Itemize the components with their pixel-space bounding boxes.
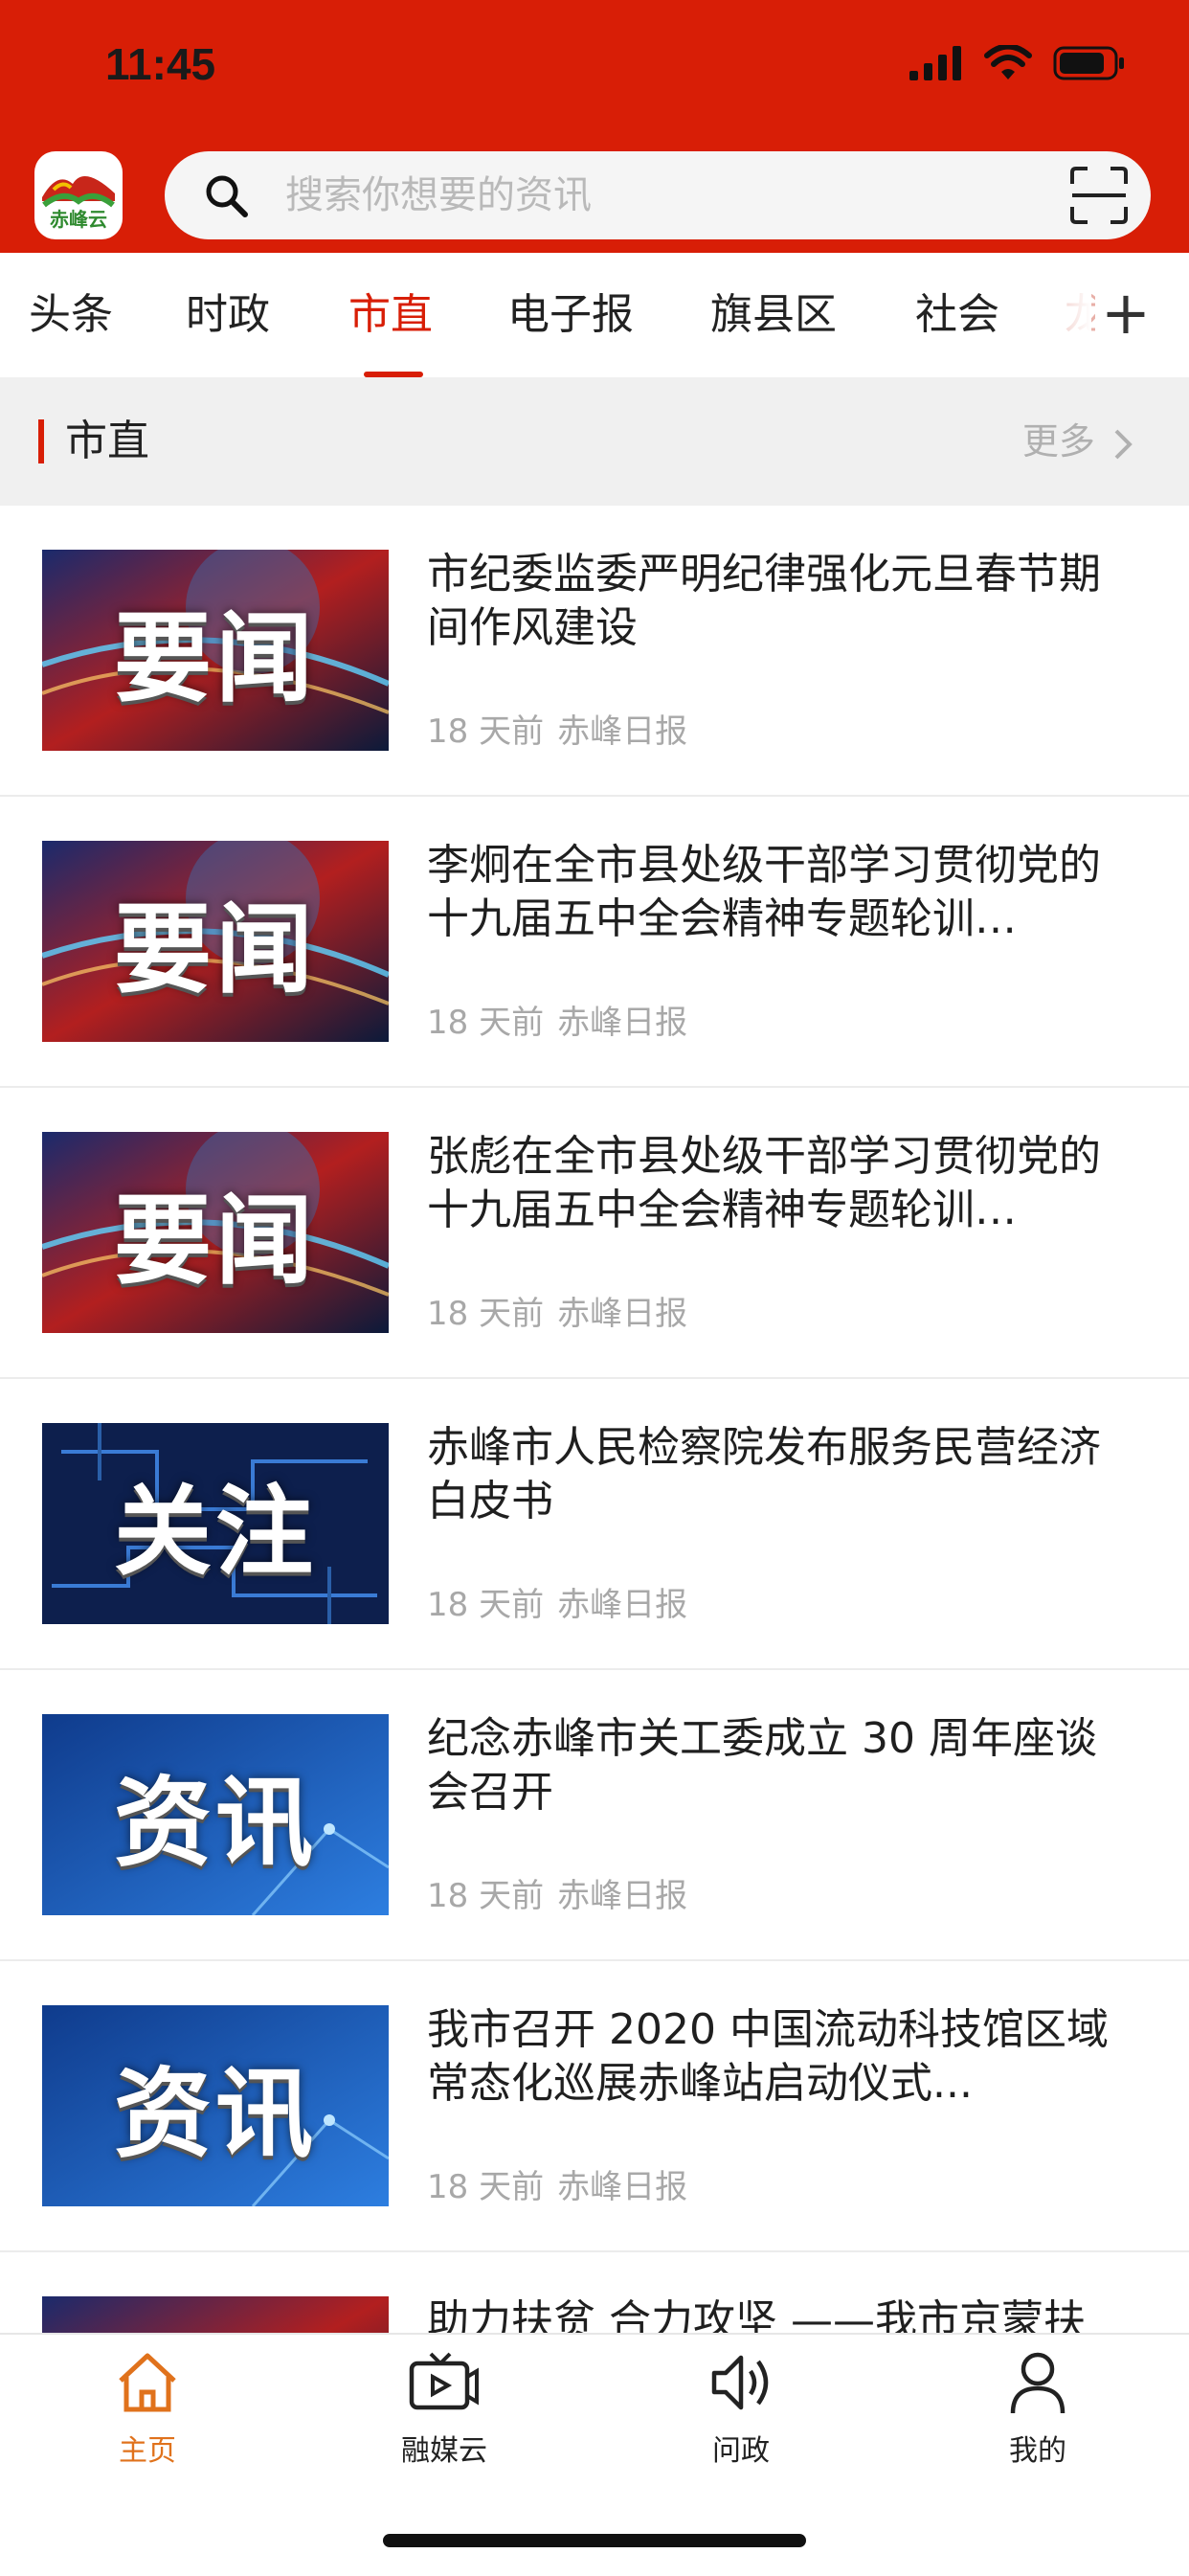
thumbnail-label: 要闻: [114, 1184, 317, 1299]
thumbnail-label: 要闻: [114, 601, 317, 716]
home-indicator[interactable]: [383, 2534, 806, 2547]
tab-city[interactable]: 市直: [348, 253, 433, 377]
article-title: 我市召开 2020 中国流动科技馆区域常态化巡展赤峰站启动仪式...: [427, 2005, 1109, 2108]
article-item[interactable]: 资讯 纪念赤峰市关工委成立 30 周年座谈会召开 18 天前 赤峰日报: [0, 1670, 1189, 1961]
article-item[interactable]: 要闻 李炯在全市县处级干部学习贯彻党的十九届五中全会精神专题轮训… 18 天前赤…: [0, 797, 1189, 1088]
home-icon: [119, 2353, 176, 2412]
scan-icon[interactable]: [1068, 165, 1130, 226]
channel-tabs: 头条 时政 市直 电子报 旗县区 社会 龙 +: [0, 253, 1189, 377]
section-accent-bar: [38, 419, 44, 463]
article-meta: 18 天前 赤峰日报: [427, 1869, 687, 1916]
article-meta: 18 天前 赤峰日报: [427, 1287, 687, 1334]
article-item[interactable]: 资讯 我市召开 2020 中国流动科技馆区域常态化巡展赤峰站启动仪式... 18…: [0, 1961, 1189, 2252]
wifi-icon: [984, 45, 1032, 79]
logo-text: 赤峰云: [50, 208, 107, 231]
article-time: 18 天前: [427, 2168, 545, 2206]
chevron-right-icon: [1114, 429, 1133, 459]
article-source: 赤峰日报: [557, 2168, 688, 2206]
add-channel-button[interactable]: +: [1095, 253, 1151, 377]
article-meta: 18 天前 赤峰日报: [427, 996, 687, 1043]
article-title: 纪念赤峰市关工委成立 30 周年座谈会召开: [427, 1714, 1097, 1817]
article-title: 张彪在全市县处级干部学习贯彻党的十九届五中全会精神专题轮训…: [427, 1132, 1101, 1234]
speaker-icon: [711, 2355, 769, 2410]
thumbnail-label: 关注: [114, 1475, 317, 1590]
article-item[interactable]: 要闻 张彪在全市县处级干部学习贯彻党的十九届五中全会精神专题轮训… 18 天前赤…: [0, 1088, 1189, 1379]
article-thumbnail: 要闻: [42, 550, 389, 751]
search-icon: [206, 175, 248, 217]
battery-icon: [1053, 46, 1124, 80]
article-meta: 18 天前 赤峰日报: [427, 1578, 687, 1625]
article-meta: 18 天前 赤峰日报: [427, 2160, 687, 2207]
nav-label: 我的: [1009, 2434, 1066, 2468]
nav-inquiry[interactable]: 问政: [645, 2348, 837, 2469]
tab-society[interactable]: 社会: [915, 253, 999, 377]
nav-media[interactable]: 融媒云: [348, 2348, 540, 2469]
article-source: 赤峰日报: [557, 1586, 688, 1624]
search-placeholder: 搜索你想要的资讯: [285, 173, 592, 217]
status-time: 11:45: [105, 39, 216, 89]
thumbnail-label: 资讯: [114, 2057, 317, 2172]
thumbnail-label: 资讯: [114, 1766, 317, 1881]
article-time: 18 天前: [427, 712, 545, 751]
tv-icon: [409, 2352, 479, 2410]
tab-counties[interactable]: 旗县区: [710, 253, 837, 377]
signal-icon: [909, 46, 961, 80]
article-thumbnail: 资讯: [42, 1714, 389, 1915]
article-source: 赤峰日报: [557, 1877, 688, 1915]
article-list: 要闻 市纪委监委严明纪律强化元旦春节期间作风建设 18 天前 赤峰日报 要闻 李炯…: [0, 506, 1189, 2543]
nav-label: 主页: [119, 2434, 176, 2468]
tab-fade: [1034, 253, 1091, 377]
nav-home[interactable]: 主页: [52, 2348, 243, 2469]
article-title: 市纪委监委严明纪律强化元旦春节期间作风建设: [427, 550, 1101, 652]
search-bar[interactable]: 搜索你想要的资讯: [165, 151, 1151, 239]
article-thumbnail: 关注: [42, 1423, 389, 1624]
article-source: 赤峰日报: [557, 1004, 688, 1042]
article-source: 赤峰日报: [557, 1295, 688, 1333]
user-icon: [1010, 2352, 1066, 2414]
article-title: 赤峰市人民检察院发布服务民营经济白皮书: [427, 1423, 1101, 1525]
status-icons: [909, 42, 1126, 84]
tab-epaper[interactable]: 电子报: [507, 253, 634, 377]
tab-politics[interactable]: 时政: [186, 253, 270, 377]
app-logo[interactable]: 赤峰云: [34, 151, 123, 239]
article-source: 赤峰日报: [557, 712, 688, 751]
top-bar: 11:45 赤峰云 搜索你想要的资讯: [0, 0, 1189, 253]
more-link[interactable]: 更多: [1022, 377, 1133, 506]
article-item[interactable]: 关注 赤峰市人民检察院发布服务民营经济白皮书 18 天前 赤峰日报: [0, 1379, 1189, 1670]
article-title: 李炯在全市县处级干部学习贯彻党的十九届五中全会精神专题轮训…: [427, 841, 1101, 943]
nav-profile[interactable]: 我的: [942, 2348, 1133, 2469]
tab-headlines[interactable]: 头条: [29, 253, 113, 377]
article-thumbnail: 要闻: [42, 1132, 389, 1333]
nav-label: 融媒云: [401, 2434, 487, 2468]
nav-label: 问政: [712, 2434, 770, 2468]
article-thumbnail: 要闻: [42, 841, 389, 1042]
article-meta: 18 天前 赤峰日报: [427, 705, 687, 752]
article-time: 18 天前: [427, 1004, 545, 1042]
article-time: 18 天前: [427, 1295, 545, 1333]
section-title: 市直: [65, 417, 149, 465]
thumbnail-label: 要闻: [114, 893, 317, 1007]
article-thumbnail: 资讯: [42, 2005, 389, 2206]
article-time: 18 天前: [427, 1877, 545, 1915]
section-header: 市直 更多: [0, 377, 1189, 506]
more-label: 更多: [1021, 420, 1095, 463]
article-time: 18 天前: [427, 1586, 545, 1624]
article-item[interactable]: 要闻 市纪委监委严明纪律强化元旦春节期间作风建设 18 天前 赤峰日报: [0, 506, 1189, 797]
